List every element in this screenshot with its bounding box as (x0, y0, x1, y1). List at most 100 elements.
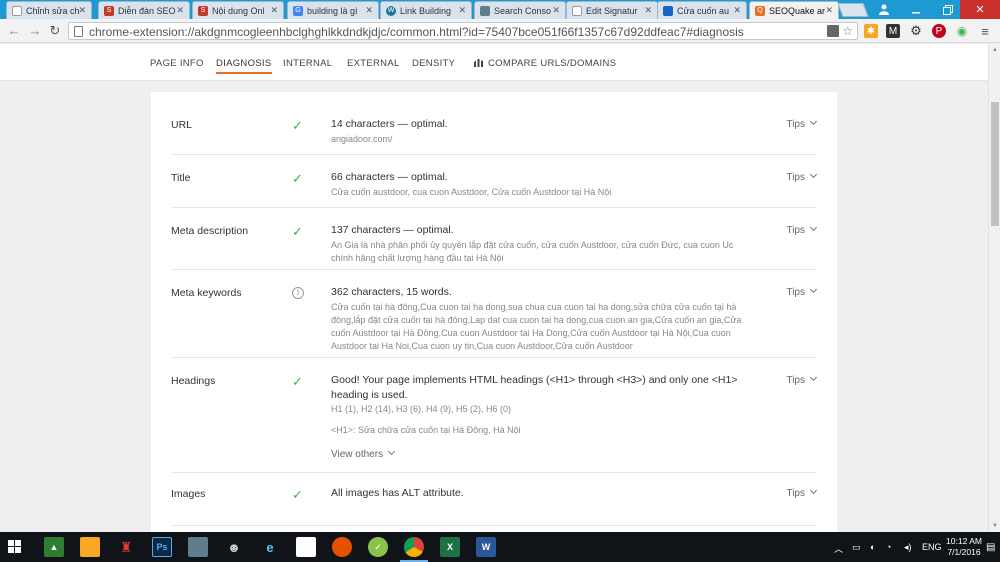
diagnosis-row-meta-keywords: Meta keywords i 362 characters, 15 words… (171, 270, 816, 358)
tips-toggle[interactable]: Tips (786, 172, 816, 183)
taskbar-clock[interactable]: 10:12 AM 7/1/2016 (944, 536, 984, 558)
tab-title: Diễn đàn SEO (118, 5, 176, 16)
back-arrow-icon[interactable]: ← (6, 23, 22, 39)
row-result: 137 characters — optimal. (331, 224, 454, 236)
app-icon[interactable]: ✓ (368, 537, 388, 557)
network-icon[interactable]: ▭ (852, 542, 861, 553)
wifi-icon[interactable]: ◔ (886, 542, 891, 552)
diagnosis-card: URL ✓ 14 characters — optimal. angiadoor… (151, 92, 837, 532)
page-icon (572, 5, 582, 16)
chrome-icon[interactable] (400, 537, 428, 562)
nav-compare-label: COMPARE URLS/DOMAINS (488, 58, 617, 69)
scroll-down-arrow-icon[interactable]: ▼ (991, 523, 999, 529)
tips-toggle[interactable]: Tips (786, 488, 816, 499)
browser-tab[interactable]: Cửa cuốn au ✕ (657, 1, 747, 19)
page-viewport: PAGE INFO DIAGNOSIS INTERNAL EXTERNAL DE… (0, 44, 988, 532)
star-icon[interactable]: ☆ (842, 24, 853, 38)
browser-tab[interactable]: W Link Building ✕ (380, 1, 472, 19)
firefox-icon[interactable] (332, 537, 352, 557)
row-label: Images (171, 488, 206, 500)
pinterest-icon[interactable]: P (932, 24, 946, 38)
row-result: 14 characters — optimal. (331, 118, 448, 130)
tab-strip: Chỉnh sửa ch ✕ S Diễn đàn SEO ✕ S Nội du… (0, 0, 1000, 19)
app-launcher-icon[interactable]: ▲ (44, 537, 64, 557)
browser-tab[interactable]: S Diễn đàn SEO ✕ (98, 1, 190, 19)
nav-external[interactable]: EXTERNAL (347, 58, 400, 69)
notes-icon[interactable] (188, 537, 208, 557)
notepad-icon[interactable] (296, 537, 316, 557)
close-icon[interactable]: ✕ (78, 5, 86, 16)
view-others-toggle[interactable]: View others (331, 449, 394, 460)
vertical-scrollbar[interactable]: ▲ ▼ (988, 44, 1000, 532)
menu-icon[interactable]: ≡ (978, 24, 992, 39)
address-bar[interactable]: chrome-extension://akdgnmcogleenhbclghgh… (68, 22, 858, 40)
nav-density[interactable]: DENSITY (412, 58, 455, 69)
google-icon: G (293, 5, 303, 16)
notifications-icon[interactable]: ▤ (986, 542, 995, 553)
seoquake-extension-icon[interactable]: ✱ (864, 24, 878, 38)
gear-icon[interactable]: ⚙ (909, 23, 923, 38)
windows-start-icon[interactable] (8, 540, 22, 554)
chevron-up-icon[interactable]: ︿ (834, 542, 843, 555)
address-url[interactable]: chrome-extension://akdgnmcogleenhbclghgh… (89, 25, 744, 39)
window-close-icon[interactable]: ✕ (960, 0, 1000, 19)
excel-icon[interactable]: X (440, 537, 460, 557)
minimize-icon[interactable] (900, 0, 932, 19)
h1-detail: <H1>: Sửa chữa cửa cuốn tại Hà Đông, Hà … (331, 425, 521, 435)
browser-tab[interactable]: G building là gì ✕ (287, 1, 379, 19)
app-tray-icon[interactable]: ◐ (870, 542, 875, 552)
diagnosis-row-url: URL ✓ 14 characters — optimal. angiadoor… (171, 102, 816, 155)
check-icon: ✓ (292, 171, 303, 186)
forward-arrow-icon[interactable]: → (27, 23, 43, 39)
page-icon (12, 5, 22, 16)
tips-toggle[interactable]: Tips (786, 119, 816, 130)
browser-tab[interactable]: Edit Signatur ✕ (566, 1, 658, 19)
tips-toggle[interactable]: Tips (786, 375, 816, 386)
nav-compare[interactable]: COMPARE URLS/DOMAINS (474, 58, 616, 69)
nav-internal[interactable]: INTERNAL (283, 58, 332, 69)
volume-icon[interactable]: ◂) (904, 542, 912, 553)
browser-tab[interactable]: Search Conso ✕ (474, 1, 566, 19)
close-icon[interactable]: ✕ (458, 5, 466, 16)
nav-page-info[interactable]: PAGE INFO (150, 58, 204, 69)
close-icon[interactable]: ✕ (552, 5, 560, 16)
scrollbar-thumb[interactable] (991, 102, 999, 226)
translate-icon[interactable] (827, 25, 839, 37)
row-detail: Cửa cuốn austdoor, cua cuon Austdoor, Cử… (331, 187, 612, 197)
page-icon (74, 26, 83, 37)
internet-explorer-icon[interactable]: e (260, 537, 280, 557)
nav-diagnosis[interactable]: DIAGNOSIS (216, 58, 272, 74)
reload-icon[interactable]: ↻ (47, 23, 63, 39)
close-icon[interactable]: ✕ (644, 5, 652, 16)
check-icon: ✓ (292, 374, 303, 389)
close-icon[interactable]: ✕ (176, 5, 184, 16)
row-result: 66 characters — optimal. (331, 171, 448, 183)
diagnosis-row-images: Images ✓ All images has ALT attribute. T… (171, 473, 816, 526)
word-icon[interactable]: W (476, 537, 496, 557)
extension-icon[interactable]: ◉ (955, 24, 969, 38)
tab-title: Link Building (400, 5, 452, 16)
user-icon[interactable] (868, 0, 900, 19)
new-tab-button[interactable] (837, 3, 869, 17)
check-icon: ✓ (292, 224, 303, 239)
close-icon[interactable]: ✕ (365, 5, 373, 16)
photoshop-icon[interactable]: Ps (152, 537, 172, 557)
app-icon[interactable]: ☻ (224, 537, 244, 557)
browser-tab[interactable]: S Nội dung Onl ✕ (192, 1, 284, 19)
clock-date: 7/1/2016 (947, 547, 981, 557)
app-icon[interactable]: ♜ (116, 537, 136, 557)
language-indicator[interactable]: ENG (922, 542, 942, 552)
gmail-extension-icon[interactable]: M (886, 24, 900, 38)
tab-title: building là gì (307, 5, 358, 16)
browser-tab[interactable]: Chỉnh sửa ch ✕ (6, 1, 92, 19)
bar-chart-icon (474, 59, 483, 67)
browser-tab-active[interactable]: Q SEOQuake ar ✕ (749, 1, 839, 19)
close-icon[interactable]: ✕ (270, 5, 278, 16)
diagnosis-row-title: Title ✓ 66 characters — optimal. Cửa cuố… (171, 155, 816, 208)
tips-toggle[interactable]: Tips (786, 287, 816, 298)
close-icon[interactable]: ✕ (825, 5, 833, 16)
close-icon[interactable]: ✕ (733, 5, 741, 16)
tips-toggle[interactable]: Tips (786, 225, 816, 236)
scroll-up-arrow-icon[interactable]: ▲ (991, 47, 999, 53)
file-explorer-icon[interactable] (80, 537, 100, 557)
